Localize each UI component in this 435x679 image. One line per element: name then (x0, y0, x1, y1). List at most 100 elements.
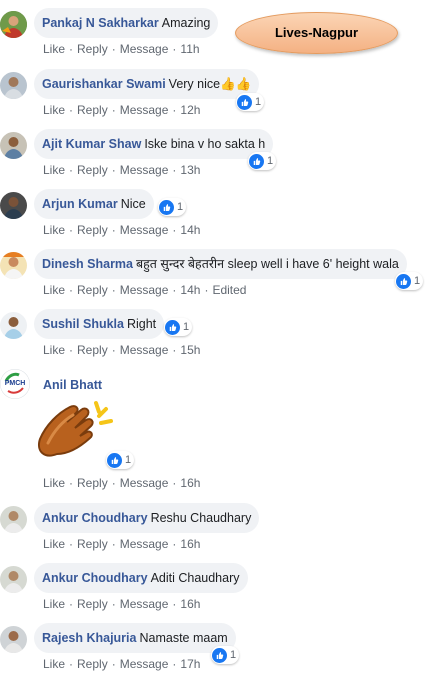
comment-item: PMCH Anil Bhatt 1 Like · Reply · Message · 16h (0, 369, 435, 495)
comment-author[interactable]: Arjun Kumar (42, 197, 118, 211)
avatar[interactable] (0, 626, 27, 653)
timestamp[interactable]: 13h (180, 163, 200, 177)
message-link[interactable]: Message (120, 597, 169, 611)
timestamp[interactable]: 17h (180, 657, 200, 671)
like-link[interactable]: Like (43, 597, 65, 611)
like-link[interactable]: Like (43, 537, 65, 551)
comment-author[interactable]: Anil Bhatt (43, 378, 102, 392)
reply-link[interactable]: Reply (77, 657, 108, 671)
timestamp[interactable]: 15h (180, 343, 200, 357)
avatar[interactable] (0, 312, 27, 339)
comment-actions: Like · Reply · Message · 14h (43, 223, 201, 237)
comment-bubble: Ajit Kumar Shaw Iske bina v ho sakta h (34, 129, 274, 159)
comment-author[interactable]: Gaurishankar Swami (42, 77, 166, 91)
reaction-count[interactable]: 1 (395, 272, 424, 290)
comment-item: Ankur Choudhary Aditi Chaudhary Like · Repl… (0, 563, 435, 615)
clapping-hands-sticker (34, 399, 114, 463)
message-link[interactable]: Message (120, 343, 169, 357)
like-link[interactable]: Like (43, 476, 65, 490)
timestamp[interactable]: 11h (180, 42, 199, 56)
avatar-text: PMCH (4, 380, 26, 387)
comment-actions: Like · Reply · Message · 16h (43, 537, 201, 551)
message-link[interactable]: Message (120, 103, 169, 117)
avatar[interactable] (0, 566, 27, 593)
comment-item: Rajesh Khajuria Namaste maam 1 Like · Reply… (0, 623, 435, 675)
timestamp[interactable]: 16h (180, 537, 200, 551)
comment-text: Aditi Chaudhary (150, 571, 240, 585)
avatar[interactable] (0, 252, 27, 279)
comment-author[interactable]: Ajit Kumar Shaw (42, 137, 141, 151)
edited-label: Edited (212, 283, 247, 297)
message-link[interactable]: Message (120, 476, 169, 490)
message-link[interactable]: Message (120, 223, 169, 237)
comment-item: Gaurishankar Swami Very nice👍👍 1 Like · Rep… (0, 69, 435, 121)
reply-link[interactable]: Reply (77, 103, 108, 117)
like-count: 1 (177, 201, 184, 213)
comment-item: Ankur Choudhary Reshu Chaudhary Like · Repl… (0, 503, 435, 555)
comment-actions: Like · Reply · Message · 17h (43, 657, 201, 671)
comment-item: Pankaj N Sakharkar Amazing Like · Reply · Mes… (0, 8, 435, 60)
reply-link[interactable]: Reply (77, 223, 108, 237)
like-link[interactable]: Like (43, 103, 65, 117)
reply-link[interactable]: Reply (77, 283, 108, 297)
like-link[interactable]: Like (43, 42, 65, 56)
comment-author[interactable]: Dinesh Sharma (42, 257, 133, 271)
comment-bubble: Gaurishankar Swami Very nice👍👍 (34, 69, 260, 99)
like-icon (159, 199, 174, 215)
comment-bubble: Arjun Kumar Nice (34, 189, 154, 219)
comment-author[interactable]: Rajesh Khajuria (42, 631, 136, 645)
like-link[interactable]: Like (43, 283, 65, 297)
like-link[interactable]: Like (43, 163, 65, 177)
like-link[interactable]: Like (43, 223, 65, 237)
reply-link[interactable]: Reply (77, 476, 108, 490)
comment-bubble: Sushil Shukla Right (34, 309, 165, 339)
reaction-count[interactable]: 1 (248, 152, 277, 170)
comment-actions: Like · Reply · Message · 15h (43, 343, 201, 357)
message-link[interactable]: Message (120, 657, 169, 671)
comment-author[interactable]: Pankaj N Sakharkar (42, 16, 159, 30)
avatar[interactable] (0, 192, 27, 219)
reaction-count[interactable]: 1 (158, 198, 187, 216)
like-link[interactable]: Like (43, 657, 65, 671)
message-link[interactable]: Message (120, 42, 169, 56)
timestamp[interactable]: 14h (180, 283, 200, 297)
reply-link[interactable]: Reply (77, 597, 108, 611)
avatar[interactable] (0, 11, 27, 38)
like-icon (165, 319, 180, 335)
avatar[interactable]: PMCH (0, 369, 30, 399)
reply-link[interactable]: Reply (77, 343, 108, 357)
like-link[interactable]: Like (43, 343, 65, 357)
reply-link[interactable]: Reply (77, 42, 108, 56)
comment-item: Dinesh Sharma बहुत सुन्दर बेहतरीन sleep w… (0, 249, 435, 301)
message-link[interactable]: Message (120, 283, 169, 297)
timestamp[interactable]: 16h (180, 597, 200, 611)
like-count: 1 (414, 275, 421, 287)
like-count: 1 (183, 321, 190, 333)
avatar[interactable] (0, 506, 27, 533)
comment-text: Right (126, 317, 157, 331)
timestamp[interactable]: 12h (180, 103, 200, 117)
comment-item: Arjun Kumar Nice 1 Like · Reply · Message · 14h (0, 189, 435, 241)
message-link[interactable]: Message (120, 163, 169, 177)
comment-author[interactable]: Ankur Choudhary (42, 571, 148, 585)
like-icon (249, 153, 264, 169)
comment-text: Reshu Chaudhary (150, 511, 252, 525)
reaction-count[interactable]: 1 (106, 451, 135, 469)
reply-link[interactable]: Reply (77, 537, 108, 551)
comment-author[interactable]: Sushil Shukla (42, 317, 124, 331)
reaction-count[interactable]: 1 (211, 646, 240, 664)
timestamp[interactable]: 14h (180, 223, 200, 237)
comment-bubble: Rajesh Khajuria Namaste maam (34, 623, 236, 653)
timestamp[interactable]: 16h (180, 476, 200, 490)
avatar[interactable] (0, 132, 27, 159)
comment-author[interactable]: Ankur Choudhary (42, 511, 148, 525)
comment-actions: Like · Reply · Message · 14h · Edited (43, 283, 247, 297)
avatar[interactable] (0, 72, 27, 99)
comment-bubble: Ankur Choudhary Reshu Chaudhary (34, 503, 260, 533)
like-icon (212, 647, 227, 663)
message-link[interactable]: Message (120, 537, 169, 551)
reaction-count[interactable]: 1 (236, 93, 265, 111)
comment-text: Nice (120, 197, 146, 211)
reply-link[interactable]: Reply (77, 163, 108, 177)
reaction-count[interactable]: 1 (164, 318, 193, 336)
